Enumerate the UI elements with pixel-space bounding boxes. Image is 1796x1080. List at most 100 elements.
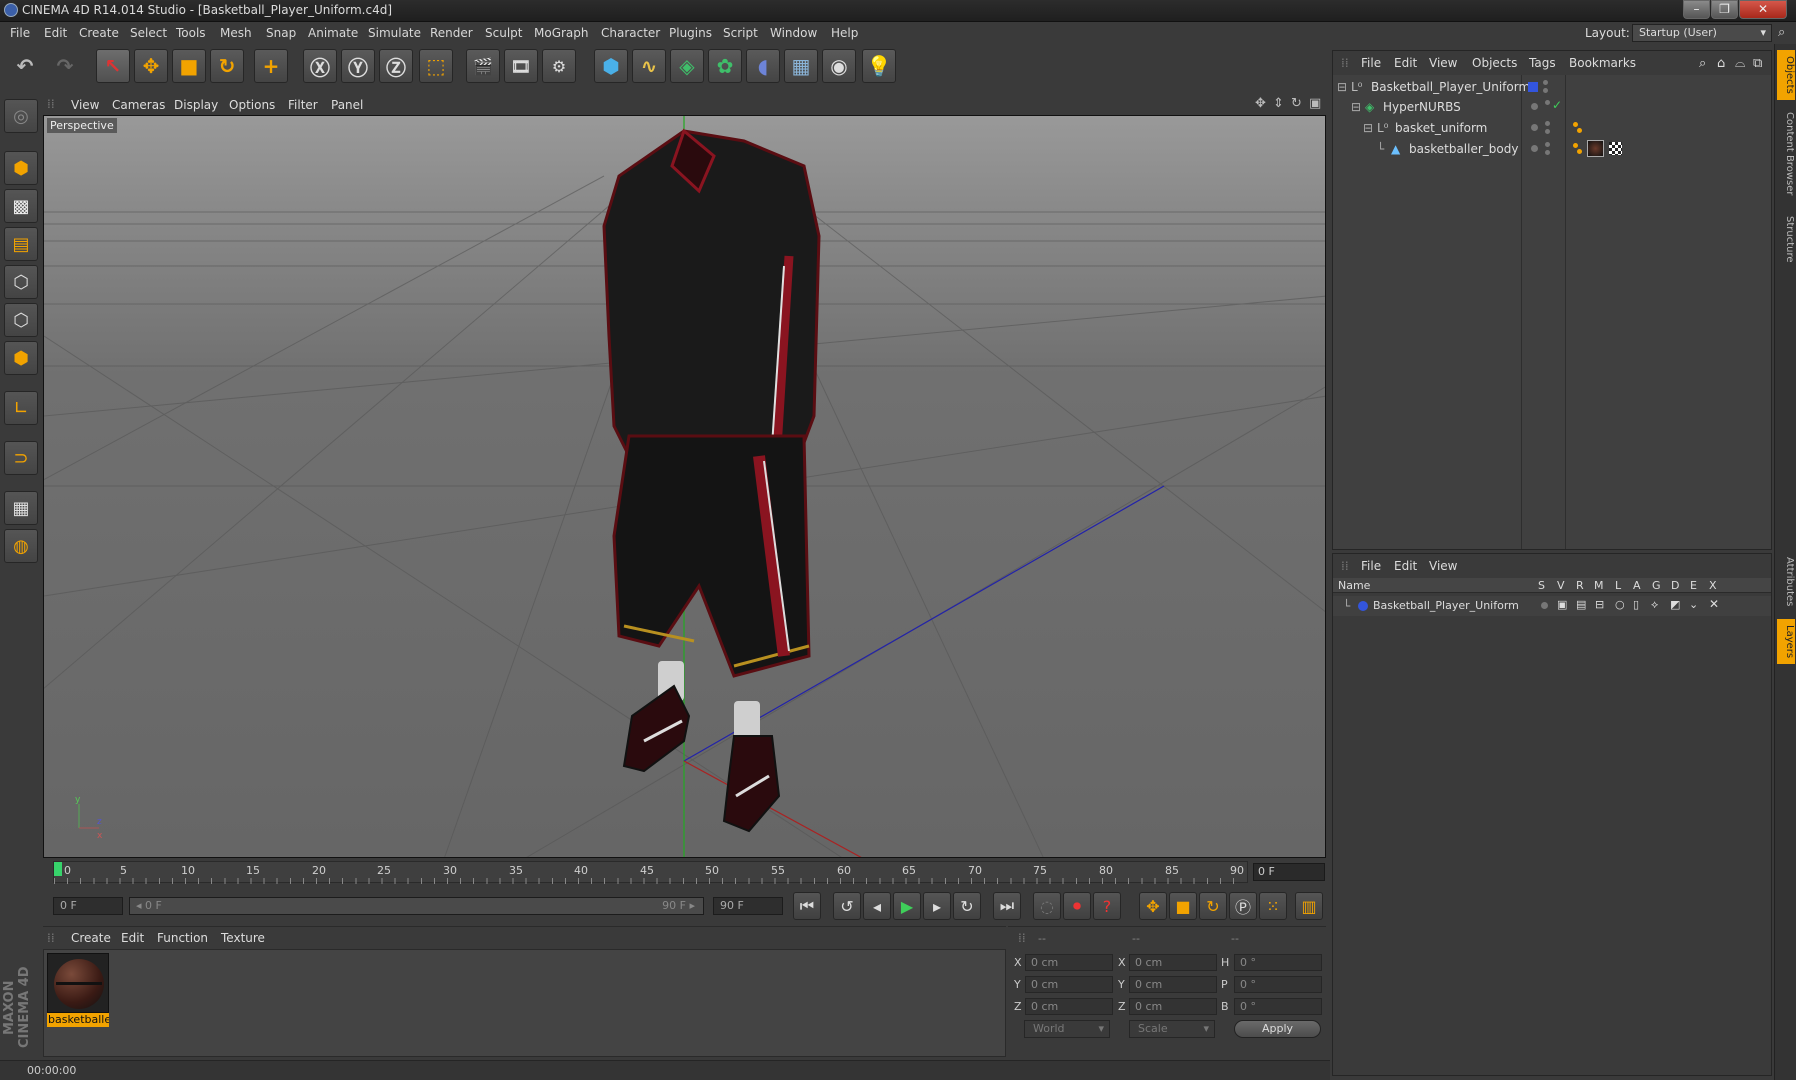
rot-p-field[interactable]: 0 ° [1234,976,1322,993]
maximize-view-icon[interactable]: ▣ [1309,96,1321,111]
points-mode-icon[interactable]: ⬡ [4,265,38,299]
layer-menu-edit[interactable]: Edit [1394,559,1417,573]
scale-key-icon[interactable]: ■ [1169,892,1197,920]
tab-structure[interactable]: Structure [1777,209,1795,269]
tab-layers[interactable]: Layers [1777,619,1795,664]
spline-icon[interactable]: ∿ [632,49,666,83]
material-menu-texture[interactable]: Texture [221,931,265,945]
menu-window[interactable]: Window [770,26,817,40]
render-view-icon[interactable]: 🎬 [466,49,500,83]
material-menu-edit[interactable]: Edit [121,931,144,945]
material-swatch[interactable] [47,953,109,1013]
object-name[interactable]: basket_uniform [1395,121,1487,135]
new-window-icon[interactable]: ⧉ [1753,56,1762,71]
transform-mode-dropdown[interactable]: Scale ▾ [1129,1020,1215,1038]
menu-file[interactable]: File [10,26,30,40]
search-icon[interactable]: ⌕ [1778,25,1785,40]
next-frame-icon[interactable]: ▸ [923,892,951,920]
max-frame-input[interactable]: 90 F [713,897,783,915]
generators-toggle-icon[interactable]: ⟡ [1651,598,1658,612]
objects-menu-bookmarks[interactable]: Bookmarks [1569,56,1636,70]
size-z-field[interactable]: 0 cm [1129,998,1217,1015]
scale-icon[interactable]: ■ [172,49,206,83]
y-axis-lock-icon[interactable]: Ⓨ [341,49,375,83]
add-transform-icon[interactable]: + [254,49,288,83]
material-menu-create[interactable]: Create [71,931,111,945]
column-expressions[interactable]: E [1690,579,1697,592]
camera-icon[interactable]: ◉ [822,49,856,83]
menu-animate[interactable]: Animate [308,26,358,40]
live-selection-icon[interactable]: ↖ [96,49,130,83]
rot-h-field[interactable]: 0 ° [1234,954,1322,971]
layer-menu-file[interactable]: File [1361,559,1381,573]
column-generators[interactable]: G [1652,579,1661,592]
size-y-field[interactable]: 0 cm [1129,976,1217,993]
current-frame-field[interactable]: 0 F [1253,863,1325,881]
view-toggle-icon[interactable]: ▣ [1557,598,1567,611]
menu-mesh[interactable]: Mesh [220,26,252,40]
column-manager[interactable]: M [1594,579,1604,592]
rotate-icon[interactable]: ↻ [210,49,244,83]
home-icon[interactable]: ⌂ [1717,56,1725,71]
object-name[interactable]: basketballer_body [1409,142,1518,156]
menu-simulate[interactable]: Simulate [368,26,421,40]
edges-mode-icon[interactable]: ⬡ [4,303,38,337]
column-render[interactable]: R [1576,579,1584,592]
make-editable-icon[interactable]: ◎ [4,99,38,133]
layer-name[interactable]: Basketball_Player_Uniform [1373,599,1519,612]
material-tag-icon[interactable] [1587,140,1604,157]
tab-content-browser[interactable]: Content Browser [1777,104,1795,204]
objects-menu-tags[interactable]: Tags [1529,56,1556,70]
viewport-menu-cameras[interactable]: Cameras [112,98,165,112]
menu-sculpt[interactable]: Sculpt [485,26,522,40]
goto-start-icon[interactable]: ⏮ [793,892,821,920]
workplane-icon[interactable]: ▤ [4,227,38,261]
checkmark-icon[interactable]: ✓ [1552,98,1562,112]
position-key-icon[interactable]: ✥ [1139,892,1167,920]
light-icon[interactable]: 💡 [862,49,896,83]
timeline-window-icon[interactable]: ▥ [1295,892,1323,920]
viewport-menu-panel[interactable]: Panel [331,98,363,112]
frame-range-slider[interactable]: ◂ 0 F 90 F ▸ [129,897,704,915]
menu-snap[interactable]: Snap [266,26,296,40]
record-keys-icon[interactable]: ◌ [1033,892,1061,920]
move-view-icon[interactable]: ✥ [1255,96,1266,111]
cube-primitive-icon[interactable]: ⬢ [594,49,628,83]
rot-b-field[interactable]: 0 ° [1234,998,1322,1015]
layer-color-chip[interactable] [1528,82,1538,92]
previous-key-icon[interactable]: ↺ [833,892,861,920]
render-settings-icon[interactable]: ⚙ [542,49,576,83]
column-solo[interactable]: S [1538,579,1545,592]
pos-y-field[interactable]: 0 cm [1025,976,1113,993]
goto-end-icon[interactable]: ⏭ [993,892,1021,920]
point-level-icon[interactable]: ⁙ [1259,892,1287,920]
tab-attributes[interactable]: Attributes [1777,549,1795,614]
column-name[interactable]: Name [1338,579,1370,592]
viewport-menu-options[interactable]: Options [229,98,275,112]
menu-tools[interactable]: Tools [176,26,206,40]
material-menu-function[interactable]: Function [157,931,208,945]
pos-x-field[interactable]: 0 cm [1025,954,1113,971]
objects-menu-file[interactable]: File [1361,56,1381,70]
search-icon[interactable]: ⌕ [1699,56,1706,71]
layout-select[interactable]: Startup (User) ▾ [1632,24,1772,42]
current-frame-input[interactable]: 0 F [53,897,123,915]
3d-viewport[interactable]: y z x Perspective [43,115,1326,858]
animation-toggle-icon[interactable]: ▯ [1633,598,1639,611]
undo-icon[interactable]: ↶ [8,49,42,83]
rotate-view-icon[interactable]: ↻ [1291,96,1302,111]
deformers-toggle-icon[interactable]: ◩ [1670,598,1680,611]
keyframe-selection-icon[interactable]: ? [1093,892,1121,920]
viewport-menu-display[interactable]: Display [174,98,218,112]
texture-tag-icon[interactable] [1609,142,1622,155]
collapse-toggle-icon[interactable]: ⊟ [1351,100,1361,114]
expressions-toggle-icon[interactable]: ⌄ [1689,598,1698,611]
z-axis-lock-icon[interactable]: Ⓩ [379,49,413,83]
object-row[interactable]: ⊟ L⁰ Basketball_Player_Uniform [1333,77,1771,97]
nurbs-icon[interactable]: ◈ [670,49,704,83]
menu-select[interactable]: Select [130,26,167,40]
column-deformers[interactable]: D [1671,579,1679,592]
minimize-button[interactable]: – [1683,0,1710,19]
soft-selection-icon[interactable]: ◍ [4,529,38,563]
material-name[interactable]: basketballe [47,1013,109,1027]
